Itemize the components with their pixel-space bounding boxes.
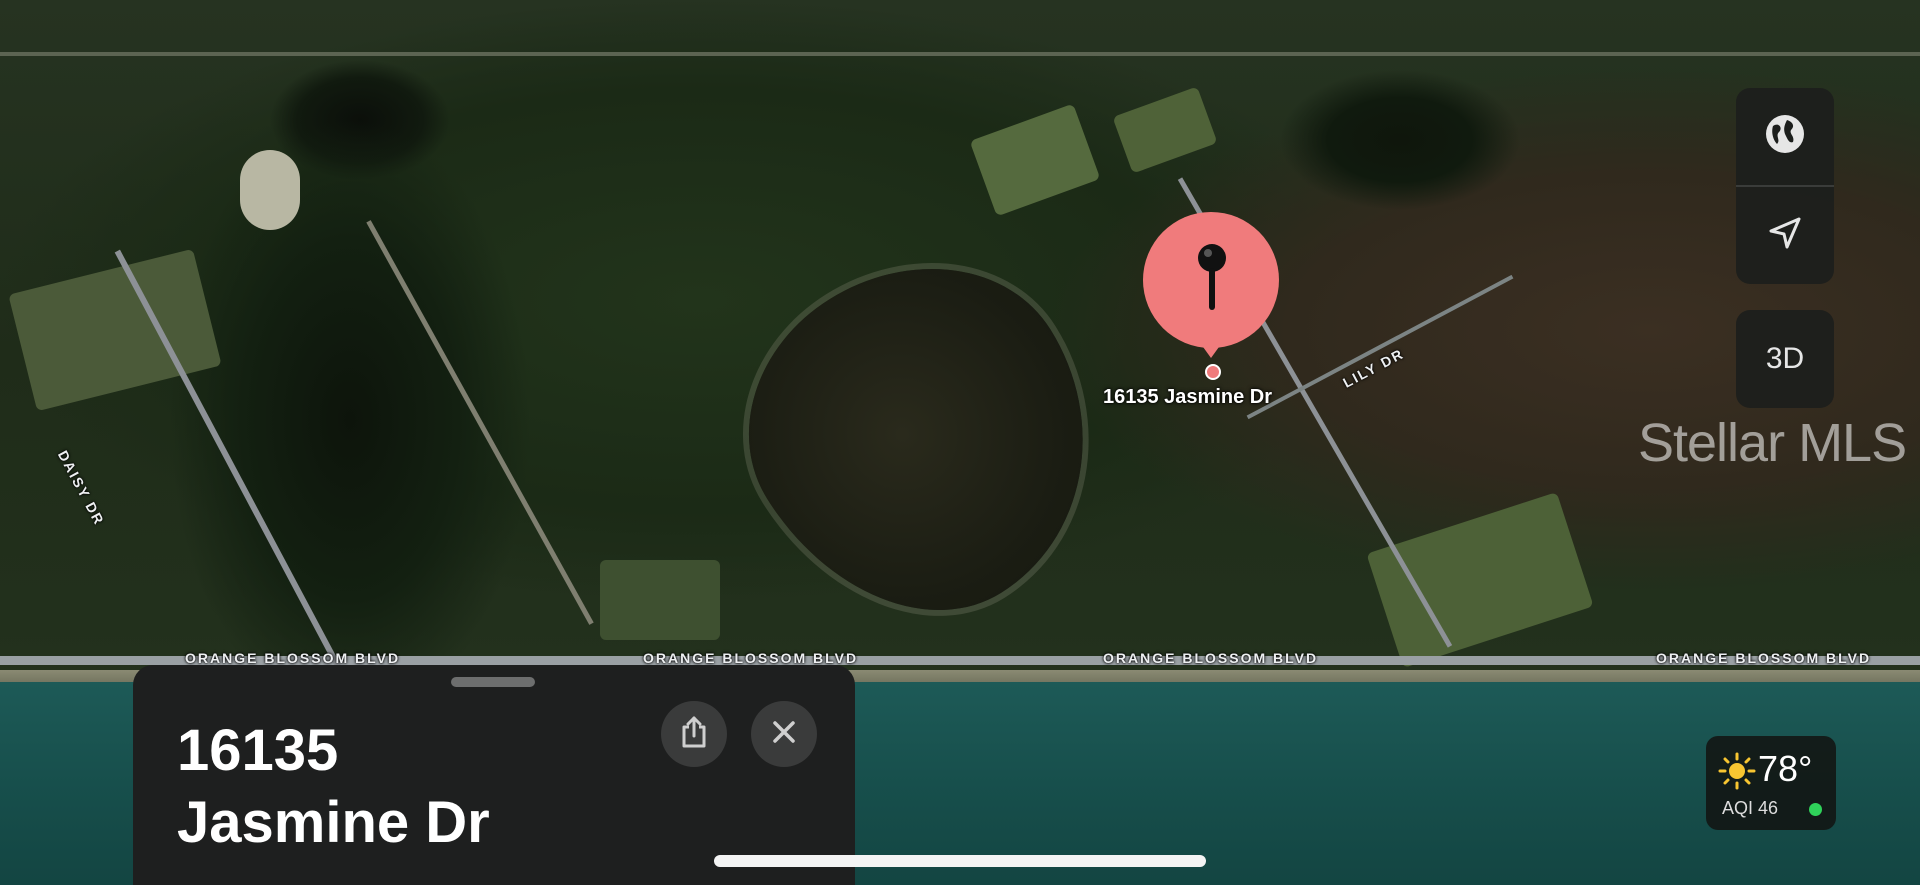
place-title-line2: Jasmine Dr bbox=[177, 790, 490, 855]
road-daisy bbox=[114, 249, 346, 677]
globe-icon bbox=[1763, 112, 1807, 161]
road-label-orange-blossom: ORANGE BLOSSOM BLVD bbox=[1103, 650, 1319, 666]
sun-icon bbox=[1718, 752, 1756, 795]
pin-address-label: 16135 Jasmine Dr bbox=[1103, 386, 1273, 408]
pushpin-icon bbox=[1190, 240, 1234, 325]
pin-location-dot bbox=[1205, 364, 1221, 380]
road-lily bbox=[1246, 274, 1514, 420]
clearing bbox=[240, 150, 300, 230]
road-label-orange-blossom: ORANGE BLOSSOM BLVD bbox=[185, 650, 401, 666]
field-patch bbox=[1366, 492, 1594, 668]
3d-button[interactable]: 3D bbox=[1736, 310, 1834, 408]
sheet-grabber[interactable] bbox=[451, 677, 535, 687]
location-button[interactable] bbox=[1736, 187, 1834, 284]
share-button[interactable] bbox=[661, 701, 727, 767]
3d-label: 3D bbox=[1765, 342, 1805, 375]
field-patch bbox=[969, 103, 1101, 217]
pond bbox=[694, 208, 1156, 672]
road-label-orange-blossom: ORANGE BLOSSOM BLVD bbox=[1656, 650, 1872, 666]
aqi-value: AQI 46 bbox=[1722, 798, 1779, 818]
location-arrow-icon bbox=[1766, 214, 1804, 257]
close-icon bbox=[771, 719, 797, 750]
field-patch bbox=[1112, 86, 1218, 174]
map-controls bbox=[1736, 88, 1834, 284]
location-pin-tail bbox=[1198, 340, 1224, 358]
place-sheet[interactable]: 16135 Jasmine Dr bbox=[133, 665, 855, 885]
globe-button[interactable] bbox=[1736, 88, 1834, 185]
share-icon bbox=[679, 715, 709, 754]
field-patch bbox=[600, 560, 720, 640]
aqi-status-dot bbox=[1809, 803, 1822, 816]
place-title: 16135 Jasmine Dr bbox=[177, 715, 490, 859]
watermark: Stellar MLS bbox=[1638, 413, 1907, 473]
road-diagonal bbox=[366, 220, 594, 625]
home-indicator[interactable] bbox=[714, 855, 1206, 867]
temperature: 78° bbox=[1758, 748, 1813, 789]
close-button[interactable] bbox=[751, 701, 817, 767]
road-label-orange-blossom: ORANGE BLOSSOM BLVD bbox=[643, 650, 859, 666]
road-north bbox=[0, 52, 1920, 56]
weather-widget[interactable]: 78° AQI 46 bbox=[1706, 736, 1836, 830]
place-title-line1: 16135 bbox=[177, 718, 339, 783]
road-label-daisy: DAISY DR bbox=[54, 447, 108, 529]
